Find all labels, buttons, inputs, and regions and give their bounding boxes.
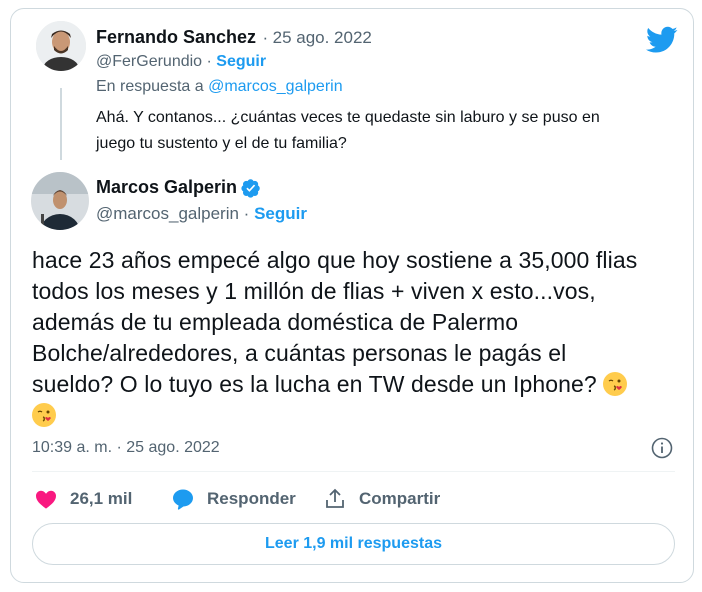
reply-handle-separator: ·	[206, 53, 212, 70]
likes-count: 26,1 mil	[70, 489, 133, 508]
main-tweet-text: hace 23 años empecé algo que hoy sostien…	[32, 245, 682, 431]
reply-date[interactable]: 25 ago. 2022	[273, 28, 372, 47]
reply-author-name[interactable]: Fernando Sanchez	[96, 27, 256, 47]
main-text-line-3: además de tu empleada doméstica de Paler…	[32, 309, 519, 335]
main-timestamp[interactable]: 10:39 a. m. · 25 ago. 2022	[32, 439, 220, 457]
winking-kiss-emoji-icon	[32, 403, 56, 427]
reply-label: Responder	[207, 489, 296, 508]
reply-text-line-1: Ahá. Y contanos... ¿cuántas veces te que…	[96, 109, 600, 126]
info-icon[interactable]	[651, 437, 673, 459]
marcos-avatar[interactable]	[31, 172, 89, 230]
main-text-line-2: todos los meses y 1 millón de flias + vi…	[32, 278, 596, 304]
main-handle-separator: ·	[243, 204, 250, 223]
main-follow-button[interactable]: Seguir	[254, 204, 307, 223]
reply-handle[interactable]: @FerGerundio	[96, 53, 202, 70]
reply-text-line-2: juego tu sustento y el de tu familia?	[96, 135, 347, 152]
main-handle[interactable]: @marcos_galperin	[96, 204, 239, 223]
share-action[interactable]: Compartir	[323, 487, 440, 511]
share-icon	[323, 487, 347, 511]
main-author-row: Marcos Galperin	[96, 177, 261, 198]
tweet-card: Fernando Sanchez · 25 ago. 2022 @FerGeru…	[10, 8, 694, 583]
fernando-avatar[interactable]	[36, 21, 86, 71]
reply-handle-row: @FerGerundio · Seguir	[96, 53, 266, 71]
in-reply-handle[interactable]: @marcos_galperin	[208, 78, 343, 95]
in-reply-to: En respuesta a @marcos_galperin	[96, 78, 343, 96]
winking-kiss-emoji-icon	[603, 372, 628, 396]
main-text-line-1: hace 23 años empecé algo que hoy sostien…	[32, 247, 638, 273]
main-text-line-5-row: sueldo? O lo tuyo es la lucha en TW desd…	[32, 369, 682, 400]
main-handle-row: @marcos_galperin · Seguir	[96, 204, 307, 224]
share-label: Compartir	[359, 489, 441, 508]
main-text-line-5: sueldo? O lo tuyo es la lucha en TW desd…	[32, 371, 597, 397]
read-replies-button[interactable]: Leer 1,9 mil respuestas	[32, 523, 675, 565]
twitter-bird-icon[interactable]	[646, 26, 678, 54]
heart-icon	[34, 487, 58, 511]
reply-action[interactable]: Responder	[171, 487, 296, 511]
verified-badge-icon	[241, 178, 261, 198]
thread-connector-line	[60, 88, 62, 160]
reply-bubble-icon	[171, 487, 195, 511]
reply-date-separator: ·	[262, 28, 269, 47]
reply-header: Fernando Sanchez · 25 ago. 2022	[96, 27, 372, 48]
like-action[interactable]: 26,1 mil	[34, 487, 132, 511]
main-text-line-6-row	[32, 400, 682, 431]
in-reply-prefix: En respuesta a	[96, 78, 204, 95]
reply-follow-button[interactable]: Seguir	[216, 53, 266, 70]
reply-text: Ahá. Y contanos... ¿cuántas veces te que…	[96, 105, 686, 157]
timestamp-divider	[32, 471, 675, 472]
main-author-name[interactable]: Marcos Galperin	[96, 177, 237, 198]
main-text-line-4: Bolche/alrededores, a cuántas personas l…	[32, 340, 567, 366]
